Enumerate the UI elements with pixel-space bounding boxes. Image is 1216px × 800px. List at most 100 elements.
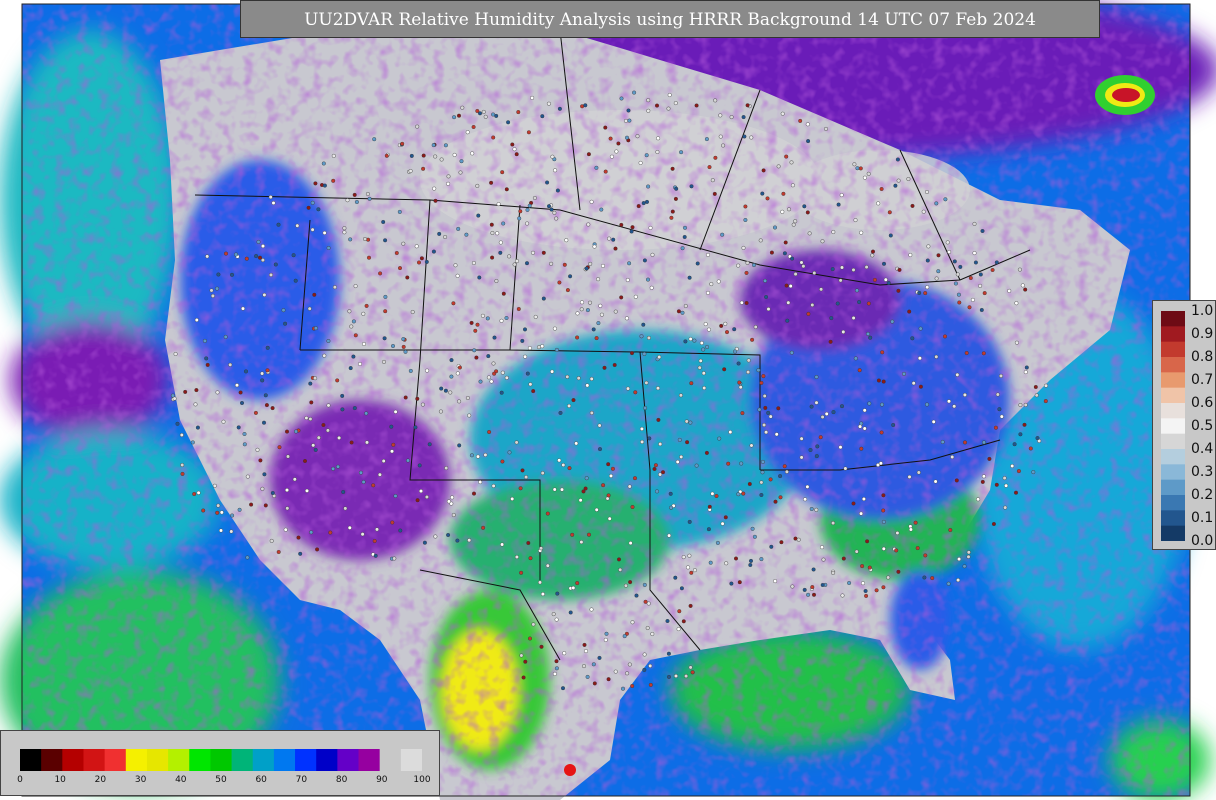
station-marker — [469, 453, 474, 458]
station-marker — [230, 513, 235, 518]
station-marker — [291, 253, 296, 258]
station-marker — [732, 327, 737, 332]
station-marker — [736, 492, 741, 497]
colorbar-swatch — [1161, 449, 1185, 465]
station-marker — [400, 141, 405, 146]
station-marker — [296, 535, 301, 540]
colorbar-tick-label: 70 — [295, 775, 308, 785]
station-marker — [883, 277, 888, 282]
station-marker — [575, 335, 580, 340]
station-marker — [776, 164, 781, 169]
station-marker — [255, 447, 260, 452]
station-marker — [584, 476, 589, 481]
station-marker — [934, 354, 939, 359]
colorbar-tick-label: 0.1 — [1191, 510, 1214, 526]
station-marker — [780, 209, 785, 214]
station-marker — [243, 369, 248, 374]
station-marker — [861, 497, 866, 502]
station-marker — [332, 285, 337, 290]
station-marker — [876, 201, 881, 206]
station-marker — [273, 262, 278, 267]
station-marker — [557, 106, 562, 111]
station-marker — [750, 526, 755, 531]
station-marker — [321, 161, 326, 166]
station-marker — [952, 404, 957, 409]
station-marker — [722, 367, 727, 372]
station-marker — [498, 250, 503, 255]
station-marker — [702, 386, 707, 391]
station-marker — [265, 368, 270, 373]
station-marker — [749, 135, 754, 140]
colorbar-swatch — [1161, 495, 1185, 511]
station-marker — [425, 368, 430, 373]
station-marker — [854, 549, 859, 554]
station-marker — [918, 384, 923, 389]
station-marker — [527, 203, 532, 208]
station-marker — [585, 383, 590, 388]
station-marker — [762, 423, 767, 428]
station-marker — [364, 303, 369, 308]
station-marker — [686, 565, 691, 570]
station-marker — [361, 480, 366, 485]
station-marker — [584, 649, 589, 654]
station-marker — [528, 636, 533, 641]
station-marker — [313, 326, 318, 331]
station-marker — [717, 436, 722, 441]
station-marker — [784, 283, 789, 288]
station-marker — [749, 558, 754, 563]
station-marker — [917, 356, 922, 361]
station-marker — [624, 118, 629, 123]
station-marker — [642, 258, 647, 263]
colorbar-tick-label: 1.0 — [1191, 303, 1214, 319]
station-marker — [565, 288, 570, 293]
station-marker — [242, 442, 247, 447]
station-marker — [298, 551, 303, 556]
station-marker — [419, 489, 424, 494]
station-marker — [602, 365, 607, 370]
station-marker — [525, 371, 530, 376]
station-marker — [796, 537, 801, 542]
station-marker — [1016, 469, 1021, 474]
station-marker — [782, 251, 787, 256]
station-marker — [531, 250, 536, 255]
station-marker — [519, 570, 524, 575]
station-marker — [978, 283, 983, 288]
station-marker — [451, 513, 456, 518]
station-marker — [759, 480, 764, 485]
station-marker — [455, 273, 460, 278]
station-marker — [853, 218, 858, 223]
station-marker — [596, 321, 601, 326]
station-marker — [465, 130, 470, 135]
station-marker — [527, 346, 532, 351]
station-marker — [381, 459, 386, 464]
station-marker — [760, 191, 765, 196]
colorbar-tick-label: 30 — [134, 775, 147, 785]
station-marker — [881, 493, 886, 498]
station-marker — [420, 402, 425, 407]
station-marker — [956, 292, 961, 297]
station-marker — [326, 403, 331, 408]
station-marker — [540, 344, 545, 349]
colorbar-tick-label: 90 — [376, 775, 388, 785]
station-marker — [580, 300, 585, 305]
station-marker — [866, 331, 871, 336]
station-marker — [1023, 287, 1028, 292]
station-marker — [680, 310, 685, 315]
station-marker — [294, 429, 299, 434]
station-marker — [851, 267, 856, 272]
station-marker — [313, 376, 318, 381]
station-marker — [741, 115, 746, 120]
station-marker — [999, 373, 1004, 378]
station-marker — [260, 378, 265, 383]
station-marker — [945, 240, 950, 245]
station-marker — [1034, 393, 1039, 398]
colorbar-tick-label: 20 — [94, 775, 107, 785]
station-marker — [624, 316, 629, 321]
station-marker — [253, 410, 258, 415]
station-marker — [646, 277, 651, 282]
station-marker — [460, 105, 465, 110]
station-marker — [946, 581, 951, 586]
station-marker — [524, 475, 529, 480]
station-marker — [687, 519, 692, 524]
station-marker — [219, 510, 224, 515]
